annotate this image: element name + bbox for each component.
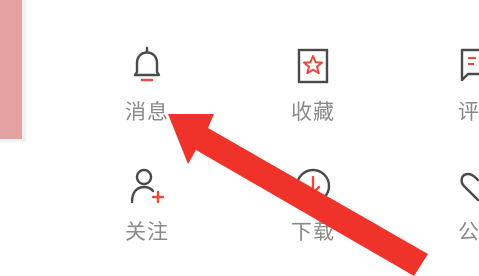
menu-item-label: 关注	[125, 220, 169, 244]
menu-item-favorites[interactable]: 收藏	[273, 44, 353, 154]
menu-item-comments[interactable]: 评	[438, 44, 479, 154]
left-accent-bar	[0, 0, 22, 139]
menu-item-label: 消息	[125, 100, 169, 124]
annotation-arrow	[168, 114, 428, 276]
star-bookmark-icon	[297, 48, 329, 84]
menu-item-follow[interactable]: 关注	[107, 164, 187, 274]
menu-item-messages[interactable]: 消息	[107, 44, 187, 154]
bell-icon	[133, 46, 161, 82]
menu-item-label: 收藏	[291, 100, 335, 124]
menu-item-public[interactable]: 公	[438, 164, 479, 274]
download-icon	[295, 168, 331, 204]
menu-item-label: 公	[458, 220, 479, 244]
menu-item-downloads[interactable]: 下载	[273, 164, 353, 274]
heart-icon	[460, 172, 479, 202]
comment-icon	[460, 48, 479, 82]
menu-item-label: 下载	[291, 220, 335, 244]
menu-item-label: 评	[458, 100, 479, 124]
left-panel-lower	[0, 142, 26, 276]
add-user-icon	[130, 168, 165, 204]
